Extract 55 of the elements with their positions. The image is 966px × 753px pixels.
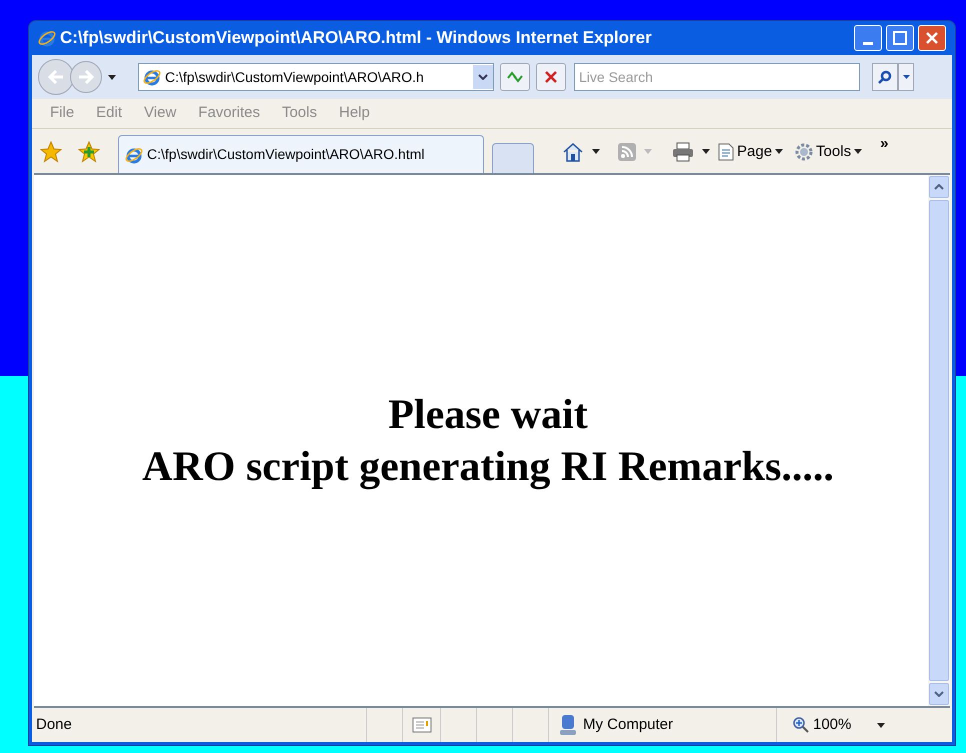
search-field[interactable]: Live Search (574, 63, 860, 91)
search-icon (878, 70, 892, 84)
chevron-up-icon (934, 184, 944, 190)
scroll-up-button[interactable] (929, 176, 949, 198)
scroll-thumb[interactable] (929, 200, 949, 681)
address-field[interactable]: C:\fp\swdir\CustomViewpoint\ARO\ARO.h (138, 63, 494, 91)
computer-icon (559, 714, 577, 736)
forward-button[interactable] (70, 61, 102, 93)
loading-message: ARO script generating RI Remarks..... (142, 442, 834, 492)
printer-icon[interactable] (672, 142, 694, 162)
loading-message: Please wait (388, 390, 588, 440)
page-icon (718, 142, 734, 161)
back-button[interactable] (38, 59, 74, 95)
back-arrow-icon (48, 70, 64, 84)
caret-icon (902, 75, 910, 79)
page-menu-button[interactable]: Page (718, 140, 784, 163)
caret-icon[interactable] (592, 149, 600, 154)
browser-tab[interactable]: C:\fp\swdir\CustomViewpoint\ARO\ARO.html (118, 135, 484, 173)
dropdown-button[interactable] (473, 65, 493, 89)
star-icon[interactable] (40, 141, 62, 163)
stop-button[interactable] (536, 63, 566, 91)
window-title: C:\fp\swdir\CustomViewpoint\ARO\ARO.html - Windows Internet Explorer (60, 27, 653, 50)
close-icon (925, 31, 939, 45)
caret-icon[interactable] (854, 149, 862, 154)
search-options-button[interactable] (898, 63, 914, 91)
caret-icon[interactable] (775, 149, 784, 154)
maximize-button[interactable] (886, 25, 914, 51)
tools-menu-button[interactable]: Tools (795, 140, 862, 163)
home-icon[interactable] (562, 142, 584, 162)
zone-text: My Computer (583, 714, 674, 735)
refresh-button[interactable] (500, 63, 530, 91)
caret-icon[interactable] (108, 74, 116, 80)
scrollbar[interactable] (928, 175, 950, 706)
close-button[interactable] (918, 25, 946, 51)
browser-logo-icon (38, 29, 56, 47)
add-star-icon[interactable] (78, 141, 100, 163)
minimize-icon (863, 42, 873, 45)
zoom-button[interactable]: 100% (776, 708, 898, 742)
browser-logo-icon (125, 146, 143, 164)
notification-icon (412, 717, 432, 733)
gear-icon (795, 142, 814, 161)
status-text: Done (35, 714, 73, 735)
scroll-down-button[interactable] (929, 683, 949, 705)
chevron-down-icon (478, 74, 488, 80)
more-chevron[interactable]: » (880, 132, 888, 155)
stop-icon (545, 71, 557, 83)
zoom-in-icon (793, 717, 809, 733)
forward-arrow-icon (78, 70, 94, 84)
search-button[interactable] (872, 63, 898, 91)
caret-icon[interactable] (702, 149, 710, 154)
maximize-icon (893, 31, 907, 45)
minimize-button[interactable] (854, 25, 882, 51)
chevron-down-icon (934, 691, 944, 697)
caret-icon[interactable] (877, 722, 886, 728)
browser-logo-icon (143, 68, 161, 86)
